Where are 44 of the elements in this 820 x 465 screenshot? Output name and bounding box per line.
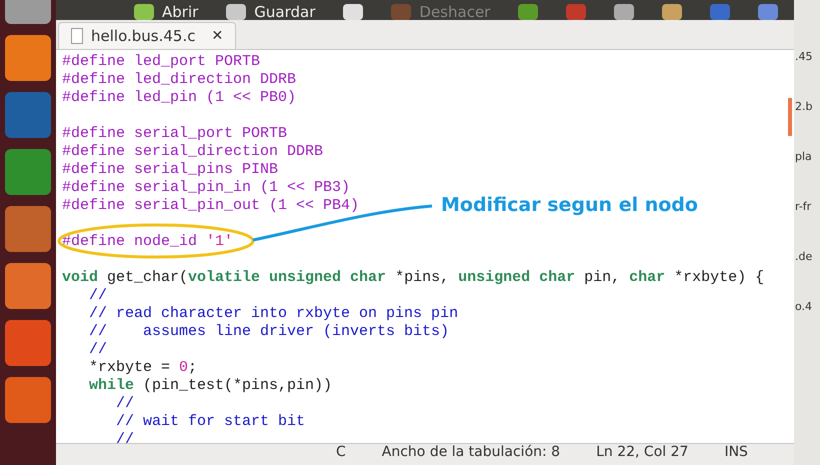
code-line: // read character into rxbyte on pins pin	[88, 305, 458, 323]
code-line: // assumes line driver (inverts bits)	[88, 323, 450, 341]
app-launcher-icon[interactable]	[5, 206, 51, 252]
code-line: //	[115, 395, 134, 413]
document-icon	[71, 28, 83, 44]
annotation-text: Modificar segun el nodo	[441, 193, 698, 218]
code-line: #define serial_port PORTB	[62, 125, 288, 143]
desktop-file-label[interactable]: .45	[795, 50, 812, 64]
app-launcher-icon[interactable]	[5, 377, 51, 423]
code-line: #define serial_pins PINB	[62, 161, 278, 179]
code-line: //	[88, 287, 108, 305]
desktop-file-label[interactable]: 2.b	[795, 100, 812, 114]
desktop-file-label[interactable]: .de	[795, 250, 812, 264]
code-line: // wait for start bit	[115, 413, 306, 431]
status-text[interactable]: C	[336, 444, 346, 460]
new-button[interactable]: Abrir	[126, 0, 206, 20]
app-launcher-icon[interactable]	[5, 35, 51, 81]
code-line: #define serial_direction DDRB	[62, 143, 324, 161]
app-launcher-icon[interactable]	[5, 263, 51, 309]
desktop-file-label[interactable]: r-fr	[795, 200, 812, 214]
close-button[interactable]: ✕	[211, 26, 224, 46]
code-line: //	[115, 431, 134, 443]
save-button[interactable]: Guardar	[218, 0, 324, 20]
code-line: //	[88, 341, 108, 359]
code-line: #define led_port PORTB	[62, 53, 260, 71]
code-line: #define serial_pin_out (1 << PB4)	[62, 197, 360, 215]
status-text[interactable]: Ancho de la tabulación: 8	[382, 444, 560, 460]
code-line: #define serial_pin_in (1 << PB3)	[62, 179, 350, 197]
code-line: while (pin_test(*pins,pin))	[88, 377, 332, 395]
desktop-file-label[interactable]: pla	[795, 150, 812, 164]
code-line: *rxbyte = 0;	[88, 359, 198, 377]
code-line: #define node_id '1'	[62, 233, 234, 251]
app-launcher-icon[interactable]	[5, 320, 51, 366]
status-text[interactable]: Ln 22, Col 27	[596, 444, 688, 460]
code-line: #define led_pin (1 << PB0)	[62, 89, 296, 107]
file-tab[interactable]: hello.bus.45.c ✕	[58, 22, 236, 49]
code-line: void get_char(volatile unsigned char *pins, unsigned char pin, char *rxbyte) {	[62, 269, 764, 287]
scrollbar	[788, 98, 792, 136]
desktop-file-label[interactable]: o.4	[795, 300, 812, 314]
app-launcher-icon[interactable]	[5, 92, 51, 138]
code-line: #define led_direction DDRB	[62, 71, 296, 89]
status-text[interactable]: INS	[724, 444, 748, 460]
app-launcher-icon[interactable]	[5, 149, 51, 195]
tab-title: hello.bus.45.c	[91, 26, 196, 47]
